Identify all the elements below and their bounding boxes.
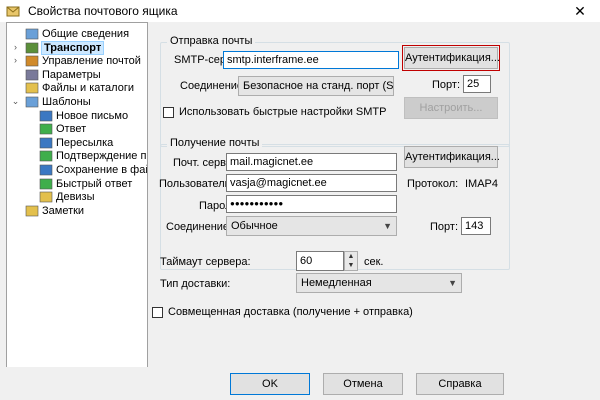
send-auth-button[interactable]: Аутентификация... xyxy=(402,45,500,71)
send-port-label: Порт: xyxy=(432,79,460,91)
tree-item[interactable]: Управление почтой xyxy=(42,54,141,68)
receive-connection-label: Соединение: xyxy=(166,221,233,233)
tree-item-label: Параметры xyxy=(42,68,101,81)
save-file-icon xyxy=(39,164,53,176)
tree-item[interactable]: Новое письмо xyxy=(56,109,128,123)
transport-settings-panel: Отправка почты SMTP-сервер: smtp.interfr… xyxy=(150,22,600,367)
spin-down-icon[interactable]: ▼ xyxy=(345,261,357,270)
tree-item[interactable]: Ответ xyxy=(56,122,86,136)
window-title: Свойства почтового ящика xyxy=(28,4,178,18)
spin-up-icon[interactable]: ▲ xyxy=(345,252,357,261)
help-button[interactable]: Справка xyxy=(416,373,504,395)
tree-item[interactable]: Быстрый ответ xyxy=(56,177,132,191)
tree-expander-icon[interactable]: › xyxy=(11,56,20,65)
combined-delivery-label: Совмещенная доставка (получение + отправ… xyxy=(168,306,413,318)
delivery-type-select[interactable]: Немедленная ▼ xyxy=(296,273,462,293)
tree-item-label: Файлы и каталоги xyxy=(42,82,134,95)
mailbox-properties-window: Свойства почтового ящика ✕ Общие сведени… xyxy=(0,0,600,400)
password-input[interactable]: ●●●●●●●●●●● xyxy=(226,195,397,213)
tree-item[interactable]: Сохранение в файл xyxy=(56,163,148,177)
timeout-spinner[interactable]: ▲ ▼ xyxy=(344,251,358,271)
tree-item-label: Девизы xyxy=(56,191,95,204)
notes-icon xyxy=(25,205,39,217)
tree-item[interactable]: Пересылка xyxy=(56,136,113,150)
mail-server-input[interactable]: mail.magicnet.ee xyxy=(226,153,397,171)
protocol-value: IMAP4 xyxy=(465,178,499,190)
mottos-icon xyxy=(39,191,53,203)
chevron-down-icon: ▼ xyxy=(448,278,457,288)
cancel-button[interactable]: Отмена xyxy=(323,373,403,395)
tree-item-label: Пересылка xyxy=(56,136,114,149)
parameters-icon xyxy=(25,69,39,81)
combined-delivery-checkbox[interactable] xyxy=(152,307,163,318)
tree-item-label: Заметки xyxy=(42,204,85,217)
user-input[interactable]: vasja@magicnet.ee xyxy=(226,174,397,192)
smtp-server-input[interactable]: smtp.interframe.ee xyxy=(223,51,399,69)
read-receipt-icon xyxy=(39,151,53,162)
user-label: Пользователь: xyxy=(159,178,234,190)
navigation-tree: Общие сведения › Транспорт › Управление почт… xyxy=(6,22,148,369)
dialog-footer: OK Отмена Справка xyxy=(0,367,600,400)
templates-icon xyxy=(25,96,39,108)
tree-item-label: Управление почтой xyxy=(42,55,141,68)
forward-icon xyxy=(39,137,53,149)
tree-item-label: Общие сведения xyxy=(42,28,130,40)
timeout-unit: сек. xyxy=(364,256,384,268)
tree-item[interactable]: Девизы xyxy=(56,190,95,204)
timeout-input[interactable]: 60 xyxy=(296,251,344,271)
general-icon xyxy=(25,28,39,40)
send-connection-label: Соединение: xyxy=(180,80,247,92)
send-connection-value: Безопасное на станд. порт (START xyxy=(243,80,394,92)
tree-item[interactable]: Общие сведения xyxy=(42,27,129,41)
delivery-type-value: Немедленная xyxy=(301,277,372,289)
send-mail-legend: Отправка почты xyxy=(167,35,256,47)
ok-button[interactable]: OK xyxy=(230,373,310,395)
tree-item-label: Ответ xyxy=(56,123,87,136)
tree-expander-icon[interactable]: › xyxy=(11,42,20,52)
configure-button[interactable]: Настроить... xyxy=(404,97,498,119)
tree-item-label: Транспорт xyxy=(40,40,105,55)
timeout-label: Таймаут сервера: xyxy=(160,256,251,268)
tree-item-label: Быстрый ответ xyxy=(56,177,133,190)
folder-icon xyxy=(25,83,39,94)
tree-item[interactable]: Параметры xyxy=(42,68,101,82)
tree-item[interactable]: Шаблоны xyxy=(42,95,91,109)
tree-item[interactable]: Файлы и каталоги xyxy=(42,81,134,95)
tree-item-label: Новое письмо xyxy=(56,109,129,122)
send-port-input[interactable]: 25 xyxy=(463,75,491,93)
reply-icon xyxy=(39,123,53,135)
delivery-type-label: Тип доставки: xyxy=(160,278,231,290)
tree-item-label: Подтверждение проч xyxy=(56,150,147,163)
receive-port-label: Порт: xyxy=(430,221,458,233)
tree-item[interactable]: Заметки xyxy=(42,204,84,218)
send-connection-select[interactable]: Безопасное на станд. порт (START xyxy=(238,76,394,96)
quick-smtp-label: Использовать быстрые настройки SMTP xyxy=(179,106,387,118)
tree-item-label: Сохранение в файл xyxy=(56,164,148,176)
receive-connection-value: Обычное xyxy=(231,220,278,232)
new-letter-icon xyxy=(39,110,53,121)
tree-item-label: Шаблоны xyxy=(42,96,91,108)
receive-connection-select[interactable]: Обычное ▼ xyxy=(226,216,397,236)
receive-auth-button[interactable]: Аутентификация... xyxy=(404,146,500,168)
app-icon xyxy=(6,6,20,17)
mail-management-icon xyxy=(25,55,39,67)
tree-expander-icon[interactable]: ⌄ xyxy=(11,97,20,106)
chevron-down-icon: ▼ xyxy=(383,221,392,231)
tree-item[interactable]: Подтверждение проч xyxy=(56,149,147,163)
transport-icon xyxy=(25,42,39,53)
title-bar: Свойства почтового ящика ✕ xyxy=(0,0,600,22)
protocol-label: Протокол: xyxy=(407,178,459,190)
close-icon[interactable]: ✕ xyxy=(560,0,600,22)
quick-reply-icon xyxy=(39,178,53,189)
receive-mail-legend: Получение почты xyxy=(167,137,263,149)
quick-smtp-checkbox[interactable] xyxy=(163,107,174,118)
tree-item[interactable]: Транспорт xyxy=(40,40,105,55)
receive-port-input[interactable]: 143 xyxy=(461,217,491,235)
